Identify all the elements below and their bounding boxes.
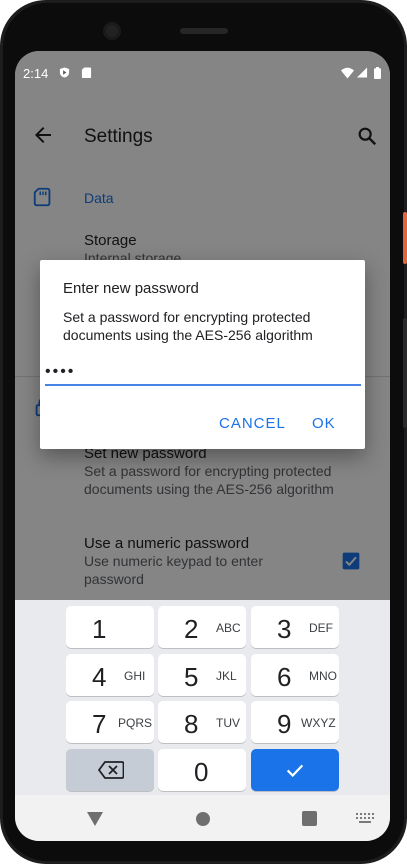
backspace-key[interactable] [66,749,154,791]
screen: Settings Data Storage Internal storage S… [15,51,390,841]
key-6[interactable]: 6 MNO [251,654,339,696]
key-0-digit: 0 [194,757,209,787]
key-5-digit: 5 [184,662,199,692]
password-dialog: Enter new password Set a password for en… [40,260,365,449]
front-camera [103,22,121,40]
key-8-letters: TUV [216,716,240,730]
done-key[interactable] [251,749,339,791]
backspace-icon [98,761,124,779]
wifi-icon [341,67,354,79]
key-7-digit: 7 [92,709,107,739]
signal-icon [357,67,368,78]
key-8[interactable]: 8 TUV [158,701,246,743]
key-3-letters: DEF [309,621,333,635]
key-4[interactable]: 4 GHI [66,654,154,696]
key-1[interactable]: 1 [66,606,154,648]
key-3[interactable]: 3 DEF [251,606,339,648]
dialog-message: Set a password for encrypting protected … [63,309,313,343]
dialog-title: Enter new password [63,280,199,297]
key-7[interactable]: 7 PQRS [66,701,154,743]
numeric-keyboard: 1 2 ABC 3 DEF 4 GHI 5 JKL 6 MNO 7 PQRS 8… [15,600,390,795]
recents-nav-icon[interactable] [302,811,317,826]
key-3-digit: 3 [277,614,292,644]
cancel-button[interactable]: CANCEL [219,415,286,432]
key-8-digit: 8 [184,709,199,739]
volume-button [403,318,407,428]
key-7-letters: PQRS [118,716,153,730]
ok-button[interactable]: OK [312,415,336,432]
shield-icon [59,67,70,78]
key-4-digit: 4 [92,662,107,692]
key-0[interactable]: 0 [158,749,246,791]
phone-device: Settings Data Storage Internal storage S… [0,0,407,864]
earpiece-speaker [180,28,228,34]
check-icon [286,764,304,778]
key-5[interactable]: 5 JKL [158,654,246,696]
back-nav-icon[interactable] [87,812,103,826]
key-9[interactable]: 9 WXYZ [251,701,339,743]
status-time: 2:14 [23,66,49,81]
key-6-letters: MNO [309,669,337,683]
key-2-digit: 2 [184,614,199,644]
key-2-letters: ABC [216,621,241,635]
navigation-bar [15,795,390,841]
sd-card-status-icon [81,67,92,78]
key-9-letters: WXYZ [301,716,336,730]
key-6-digit: 6 [277,662,292,692]
keyboard-switch-icon[interactable] [356,813,374,823]
key-1-digit: 1 [92,614,107,644]
battery-icon [374,67,381,79]
power-button [403,212,407,264]
key-2[interactable]: 2 ABC [158,606,246,648]
password-input[interactable] [45,360,361,386]
key-5-letters: JKL [216,669,237,683]
key-4-letters: GHI [124,669,146,683]
status-bar: 2:14 [15,51,390,95]
home-nav-icon[interactable] [195,811,211,827]
key-9-digit: 9 [277,709,292,739]
